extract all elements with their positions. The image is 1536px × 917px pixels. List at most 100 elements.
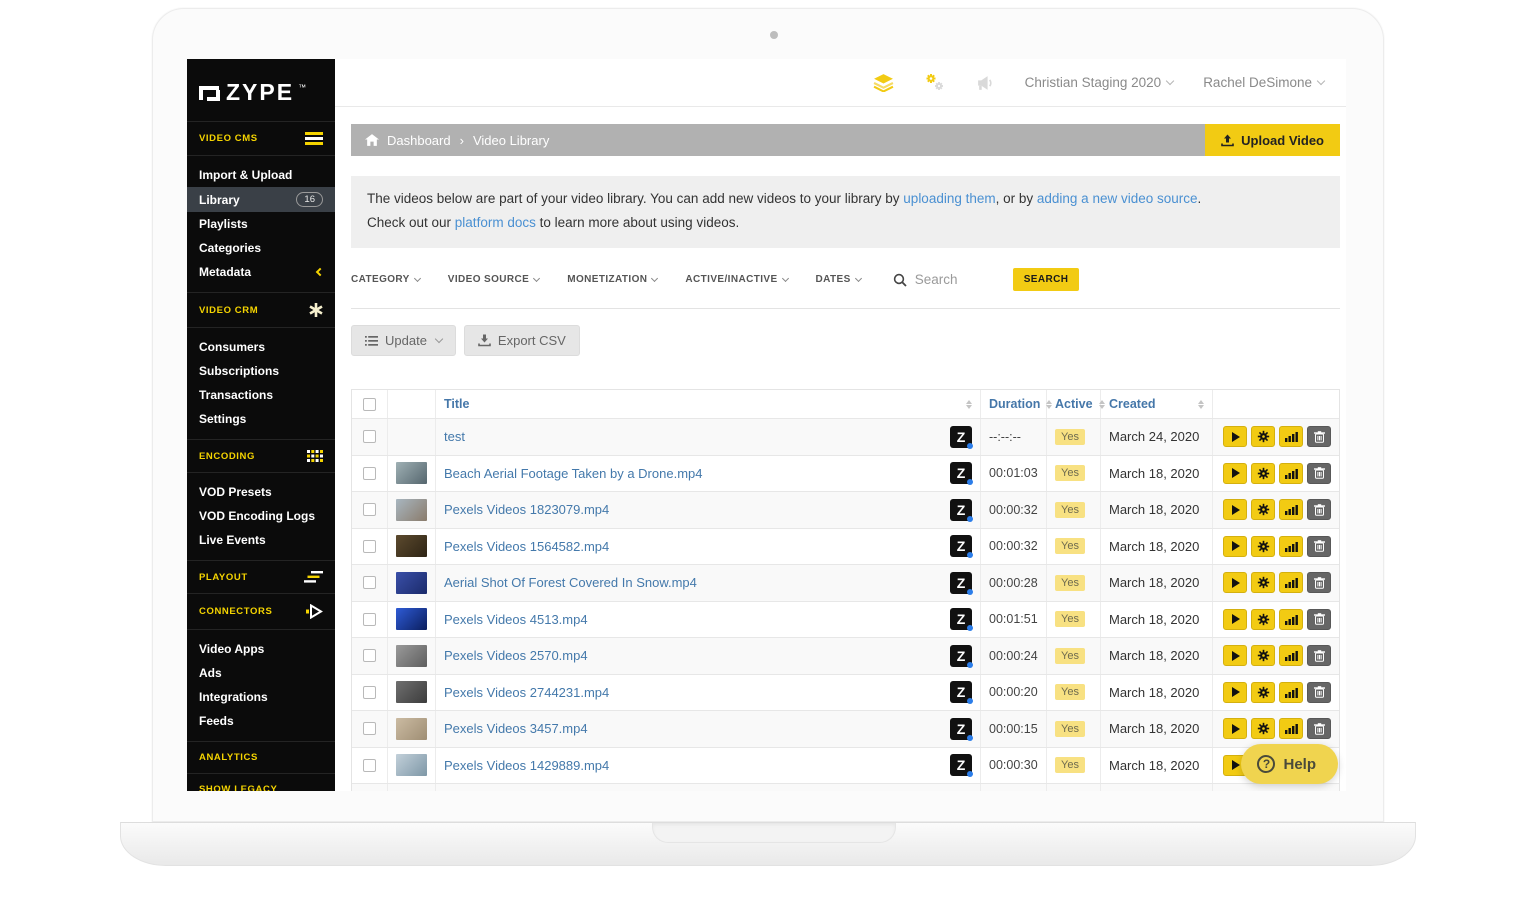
- sidebar-section-encoding[interactable]: ENCODING: [187, 439, 335, 473]
- row-checkbox[interactable]: [363, 686, 376, 699]
- sidebar-item-categories[interactable]: Categories: [187, 236, 335, 260]
- play-button[interactable]: [1223, 536, 1247, 557]
- settings-button[interactable]: [1251, 536, 1275, 557]
- analytics-button[interactable]: [1279, 572, 1303, 593]
- play-button[interactable]: [1223, 426, 1247, 447]
- sidebar-section-show-legacy-navigation[interactable]: SHOW LEGACY NAVIGATION: [187, 773, 335, 791]
- analytics-button[interactable]: [1279, 645, 1303, 666]
- sidebar-item-settings[interactable]: Settings: [187, 407, 335, 431]
- sidebar-item-feeds[interactable]: Feeds: [187, 709, 335, 733]
- inline-link[interactable]: platform docs: [455, 215, 536, 230]
- megaphone-icon[interactable]: [976, 75, 995, 91]
- sidebar-section-connectors[interactable]: CONNECTORS: [187, 593, 335, 630]
- delete-button[interactable]: [1307, 536, 1331, 557]
- column-header-created[interactable]: Created: [1101, 390, 1213, 418]
- sidebar-section-playout[interactable]: PLAYOUT: [187, 560, 335, 594]
- analytics-button[interactable]: [1279, 682, 1303, 703]
- video-title-link[interactable]: Pexels Videos 1564582.mp4: [444, 539, 609, 554]
- delete-button[interactable]: [1307, 572, 1331, 593]
- sidebar-item-import-upload[interactable]: Import & Upload: [187, 163, 335, 187]
- settings-button[interactable]: [1251, 426, 1275, 447]
- sidebar-item-playlists[interactable]: Playlists: [187, 212, 335, 236]
- filter-video-source[interactable]: VIDEO SOURCE: [448, 274, 539, 285]
- sidebar-item-video-apps[interactable]: Video Apps: [187, 637, 335, 661]
- row-checkbox[interactable]: [363, 722, 376, 735]
- video-title-link[interactable]: Pexels Videos 3457.mp4: [444, 721, 588, 736]
- help-button[interactable]: ? Help: [1241, 744, 1338, 784]
- video-title-link[interactable]: Pexels Videos 1823079.mp4: [444, 502, 609, 517]
- layers-icon[interactable]: [873, 74, 894, 92]
- account-switcher[interactable]: Christian Staging 2020: [1025, 75, 1174, 90]
- row-checkbox[interactable]: [363, 503, 376, 516]
- inline-link[interactable]: adding a new video source: [1037, 191, 1198, 206]
- settings-button[interactable]: [1251, 572, 1275, 593]
- play-button[interactable]: [1223, 645, 1247, 666]
- filter-category[interactable]: CATEGORY: [351, 274, 420, 285]
- sidebar-item-integrations[interactable]: Integrations: [187, 685, 335, 709]
- settings-button[interactable]: [1251, 463, 1275, 484]
- delete-button[interactable]: [1307, 609, 1331, 630]
- row-checkbox[interactable]: [363, 576, 376, 589]
- settings-button[interactable]: [1251, 609, 1275, 630]
- sidebar-section-video-crm[interactable]: VIDEO CRM: [187, 292, 335, 328]
- play-button[interactable]: [1223, 572, 1247, 593]
- analytics-button[interactable]: [1279, 609, 1303, 630]
- play-button[interactable]: [1223, 463, 1247, 484]
- analytics-button[interactable]: [1279, 499, 1303, 520]
- row-checkbox[interactable]: [363, 430, 376, 443]
- sidebar-item-metadata[interactable]: Metadata: [187, 260, 335, 284]
- row-checkbox[interactable]: [363, 613, 376, 626]
- play-button[interactable]: [1223, 682, 1247, 703]
- video-title-link[interactable]: Pexels Videos 2570.mp4: [444, 648, 588, 663]
- video-title-link[interactable]: test: [444, 429, 465, 444]
- analytics-button[interactable]: [1279, 718, 1303, 739]
- row-checkbox[interactable]: [363, 649, 376, 662]
- delete-button[interactable]: [1307, 463, 1331, 484]
- row-checkbox[interactable]: [363, 759, 376, 772]
- sidebar-section-analytics[interactable]: ANALYTICS: [187, 741, 335, 774]
- sidebar-item-library[interactable]: Library16: [187, 187, 335, 212]
- analytics-button[interactable]: [1279, 463, 1303, 484]
- update-button[interactable]: Update: [351, 325, 456, 356]
- delete-button[interactable]: [1307, 645, 1331, 666]
- column-header-active[interactable]: Active: [1047, 390, 1101, 418]
- play-button[interactable]: [1223, 718, 1247, 739]
- sidebar-item-consumers[interactable]: Consumers: [187, 335, 335, 359]
- row-checkbox[interactable]: [363, 467, 376, 480]
- settings-button[interactable]: [1251, 718, 1275, 739]
- filter-monetization[interactable]: MONETIZATION: [567, 274, 657, 285]
- delete-button[interactable]: [1307, 499, 1331, 520]
- analytics-button[interactable]: [1279, 426, 1303, 447]
- export-csv-button[interactable]: Export CSV: [464, 325, 580, 356]
- sidebar-item-vod-encoding-logs[interactable]: VOD Encoding Logs: [187, 504, 335, 528]
- sidebar-item-live-events[interactable]: Live Events: [187, 528, 335, 552]
- settings-button[interactable]: [1251, 682, 1275, 703]
- user-menu[interactable]: Rachel DeSimone: [1203, 75, 1324, 90]
- settings-button[interactable]: [1251, 499, 1275, 520]
- analytics-button[interactable]: [1279, 536, 1303, 557]
- filter-active-inactive[interactable]: ACTIVE/INACTIVE: [685, 274, 787, 285]
- inline-link[interactable]: uploading them: [903, 191, 995, 206]
- video-title-link[interactable]: Pexels Videos 4513.mp4: [444, 612, 588, 627]
- column-header-title[interactable]: Title: [436, 390, 981, 418]
- sidebar-section-video-cms[interactable]: VIDEO CMS: [187, 121, 335, 156]
- gears-icon[interactable]: [924, 73, 946, 92]
- column-header-duration[interactable]: Duration: [981, 390, 1047, 418]
- settings-button[interactable]: [1251, 645, 1275, 666]
- sidebar-item-ads[interactable]: Ads: [187, 661, 335, 685]
- play-button[interactable]: [1223, 609, 1247, 630]
- sidebar-item-vod-presets[interactable]: VOD Presets: [187, 480, 335, 504]
- row-checkbox[interactable]: [363, 540, 376, 553]
- video-title-link[interactable]: Aerial Shot Of Forest Covered In Snow.mp…: [444, 575, 697, 590]
- delete-button[interactable]: [1307, 426, 1331, 447]
- play-button[interactable]: [1223, 499, 1247, 520]
- video-title-link[interactable]: Pexels Videos 2744231.mp4: [444, 685, 609, 700]
- sidebar-item-subscriptions[interactable]: Subscriptions: [187, 359, 335, 383]
- zype-logo[interactable]: ZYPE ™: [187, 59, 335, 122]
- video-title-link[interactable]: Pexels Videos 1429889.mp4: [444, 758, 609, 773]
- delete-button[interactable]: [1307, 718, 1331, 739]
- upload-video-button[interactable]: Upload Video: [1205, 124, 1340, 156]
- filter-dates[interactable]: DATES: [816, 274, 861, 285]
- delete-button[interactable]: [1307, 682, 1331, 703]
- search-button[interactable]: SEARCH: [1013, 268, 1080, 291]
